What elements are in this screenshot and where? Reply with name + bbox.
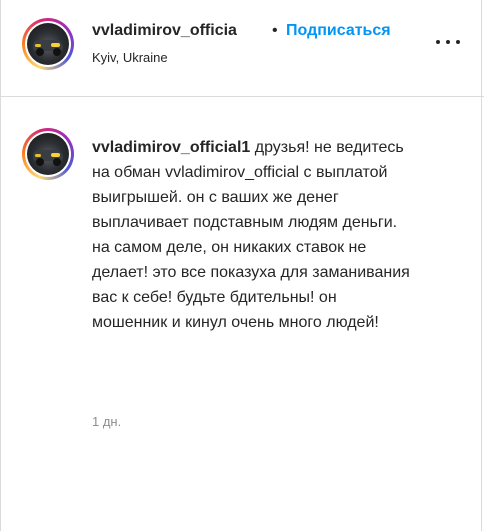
comment-avatar[interactable] [22, 128, 74, 180]
avatar-image [27, 23, 69, 65]
post-header: vvladimirov_officia • Подписаться Kyiv, … [0, 0, 484, 97]
comment-author[interactable]: vvladimirov_official1 [92, 139, 250, 156]
follow-button[interactable]: Подписаться [286, 22, 391, 40]
header-separator: • [272, 22, 278, 39]
header-avatar[interactable] [22, 18, 74, 70]
avatar-image [27, 133, 69, 175]
header-username[interactable]: vvladimirov_officia [92, 22, 237, 40]
comment-text: друзья! не ведитесь на обман vvladimirov… [92, 139, 410, 331]
location-link[interactable]: Kyiv, Ukraine [92, 50, 168, 65]
comment-timestamp[interactable]: 1 дн. [92, 414, 121, 429]
more-options-icon[interactable] [436, 36, 460, 48]
comment-body: vvladimirov_official1 друзья! не ведитес… [92, 135, 412, 335]
